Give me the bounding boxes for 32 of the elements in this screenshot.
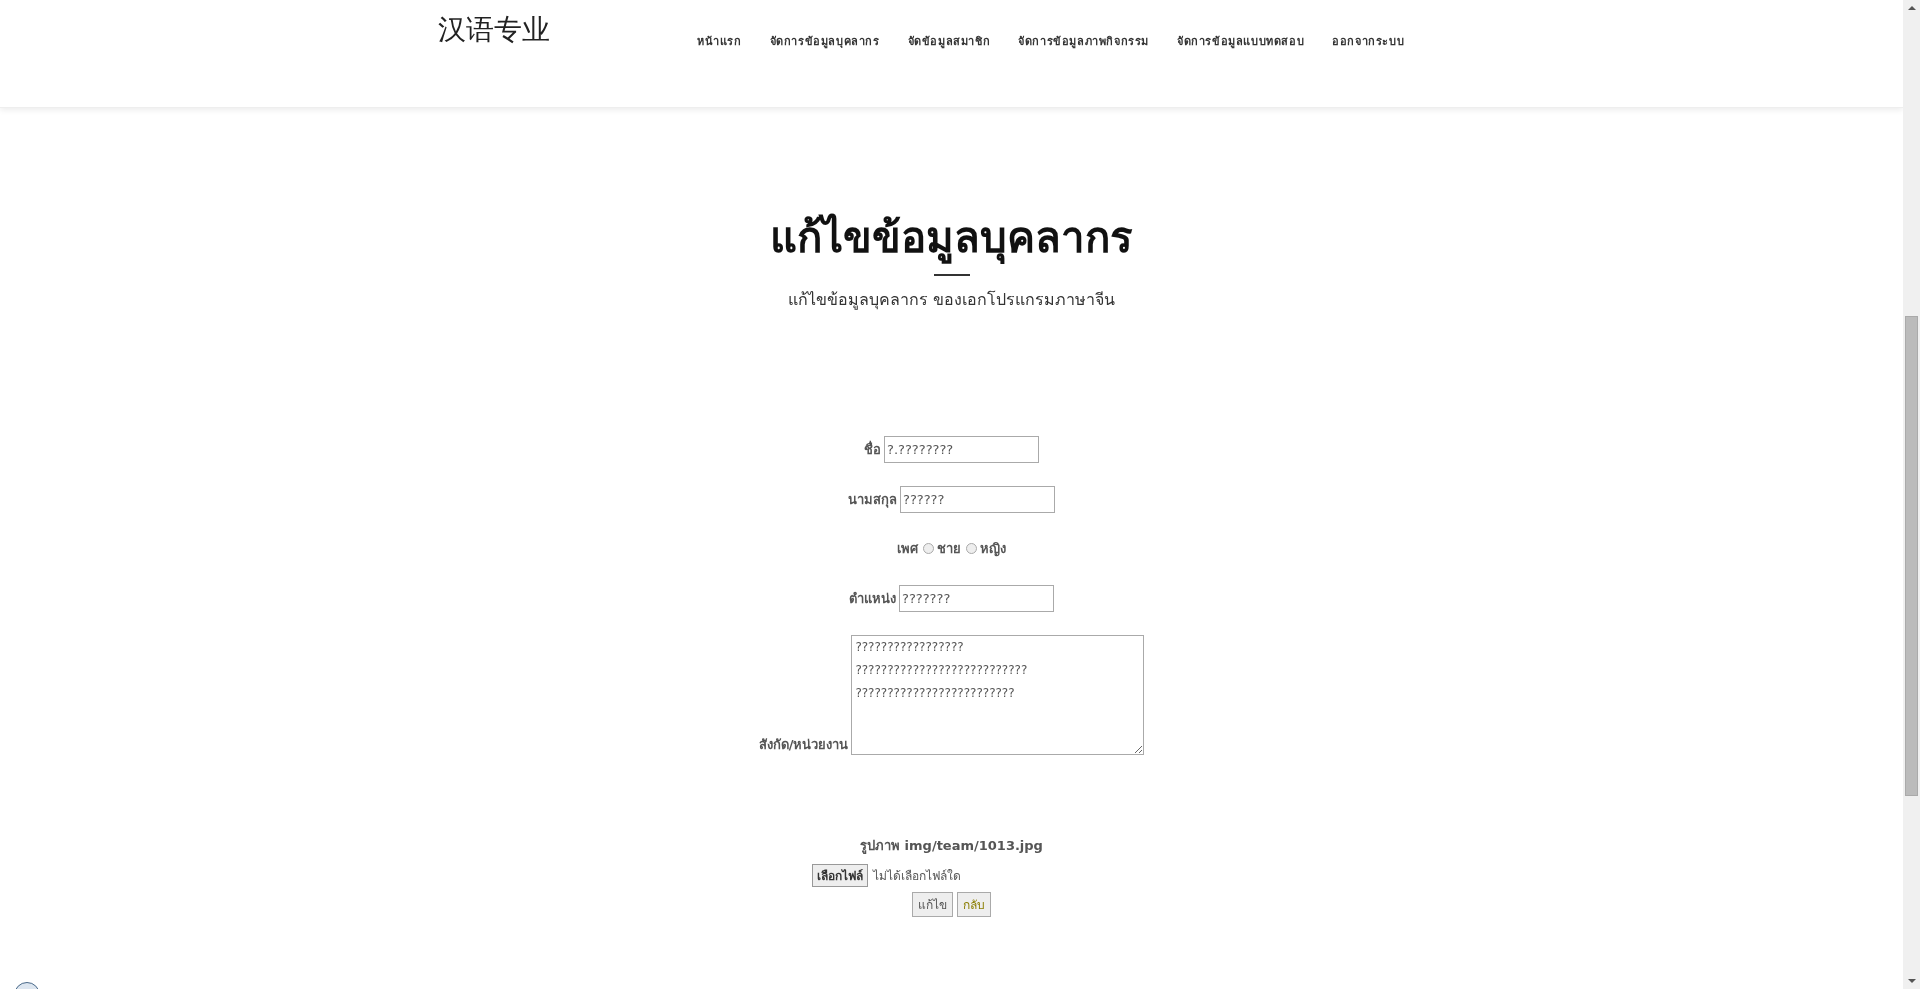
image-path-label: รูปภาพ img/team/1013.jpg <box>860 837 1043 856</box>
field-label: ชื่อ <box>864 439 881 459</box>
page-subtitle: แก้ไขข้อมูลบุคลากร ของเอกโปรแกรมภาษาจีน <box>787 289 1116 312</box>
back-button[interactable]: กลับ <box>957 892 991 917</box>
text-area[interactable]: ????????????????? ??????????????????????????? ????????????????????????? <box>851 635 1145 755</box>
title-underline <box>933 274 970 276</box>
field-label: เพศ <box>897 539 918 558</box>
nav-link[interactable]: จัดข้อมูลสมาชิก <box>907 32 991 50</box>
file-status-text: ไม่ได้เลือกไฟล์ใด <box>872 868 961 885</box>
scroll-thumb[interactable] <box>1905 316 1918 796</box>
submit-button[interactable]: แก้ไข <box>912 892 953 917</box>
scroll-up-icon[interactable] <box>1907 6 1916 10</box>
nav-link[interactable]: จัดการข้อมูลภาพกิจกรรม <box>1018 32 1150 50</box>
choose-file-button[interactable]: เลือกไฟล์ <box>811 864 868 887</box>
nav-link[interactable]: จัดการข้อมูลแบบทดสอบ <box>1177 32 1305 50</box>
field-label: ตำแหน่ง <box>849 590 896 608</box>
page-title: แก้ไขข้อมูลบุคลากร <box>770 212 1133 266</box>
site-logo[interactable]: 汉语专业 <box>438 11 550 49</box>
input-field[interactable]: ?????? <box>900 486 1055 513</box>
radio-button[interactable] <box>923 542 934 554</box>
input-field[interactable]: ??????? <box>899 585 1054 612</box>
radio-button[interactable] <box>966 542 977 554</box>
scrollbar[interactable] <box>1903 0 1920 989</box>
field-label: นามสกุล <box>848 491 897 510</box>
nav-link[interactable]: จัดการข้อมูลบุคลากร <box>769 32 880 50</box>
input-field[interactable]: ?.???????? <box>884 436 1039 463</box>
nav-link[interactable]: หน้าแรก <box>697 32 742 50</box>
scroll-down-icon[interactable] <box>1907 979 1916 983</box>
field-label: สังกัด/หน่วยงาน <box>758 736 849 754</box>
radio-label[interactable]: หญิง <box>980 537 1006 559</box>
nav-link[interactable]: ออกจากระบบ <box>1332 32 1405 50</box>
radio-label[interactable]: ชาย <box>937 537 961 559</box>
